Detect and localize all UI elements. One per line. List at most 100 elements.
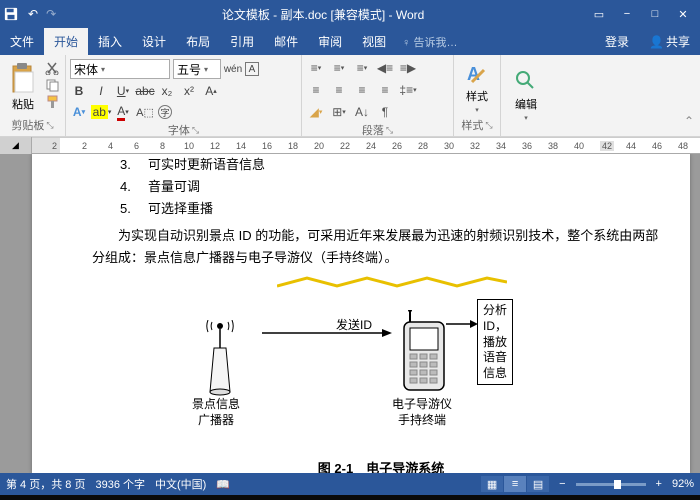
diagram: 景点信息广播器 发送ID 电子导游仪手持终端 分析ID，播放语音信息	[92, 275, 670, 440]
font-launcher-icon[interactable]: ⤡	[192, 125, 199, 136]
styles-btn-label: 样式	[466, 88, 488, 104]
indent-dec-icon[interactable]: ◀≡	[375, 59, 395, 77]
strike-button[interactable]: abc	[136, 82, 154, 100]
group-paragraph: ≡▾ ≡▾ ≡▾ ◀≡ ≡▶ ≡ ≡ ≡ ≡ ‡≡▾ ◢▾ ⊞▾ A↓ ¶ 段落…	[302, 55, 454, 136]
para-launcher-icon[interactable]: ⤡	[386, 125, 393, 136]
font-label: 字体	[168, 122, 190, 138]
enclose-char-icon[interactable]: 字	[158, 105, 172, 119]
align-center-icon[interactable]: ≡	[329, 81, 349, 99]
find-icon	[513, 68, 539, 94]
char-border-icon[interactable]: A	[245, 62, 259, 76]
view-web-icon[interactable]: ▤	[527, 476, 549, 492]
info-box: 分析ID，播放语音信息	[477, 299, 513, 385]
paste-button[interactable]: 粘贴	[4, 57, 42, 116]
tab-view[interactable]: 视图	[352, 28, 396, 55]
collapse-ribbon-icon[interactable]: ⌃	[680, 112, 698, 130]
zoom-slider[interactable]	[576, 483, 646, 486]
status-words[interactable]: 3936 个字	[95, 476, 145, 492]
login-button[interactable]: 登录	[595, 28, 639, 55]
antenna-icon	[200, 320, 240, 398]
styles-launcher-icon[interactable]: ⤡	[485, 120, 492, 131]
ruler-row: ◢ 2 246810121416182022242628303234363840…	[0, 137, 700, 154]
clipboard-label: 剪贴板	[11, 117, 44, 133]
list-num: 4.	[120, 176, 134, 198]
superscript-button[interactable]: x²	[180, 82, 198, 100]
tab-file[interactable]: 文件	[0, 28, 44, 55]
numbering-icon[interactable]: ≡▾	[329, 59, 349, 77]
sort-icon[interactable]: A↓	[352, 103, 372, 121]
format-painter-icon[interactable]	[45, 95, 61, 109]
styles-button[interactable]: A 样式 ▾	[458, 57, 496, 116]
underline-button[interactable]: U▾	[114, 82, 132, 100]
font-size-combo[interactable]: 五号▾	[173, 59, 221, 79]
list-num: 3.	[120, 154, 134, 176]
align-justify-icon[interactable]: ≡	[375, 81, 395, 99]
paste-label: 粘贴	[12, 96, 34, 112]
figure-caption: 图 2-1 电子导游系统	[92, 458, 670, 473]
statusbar: 第 4 页，共 8 页 3936 个字 中文(中国) 📖 ▦ ≡ ▤ − + 9…	[0, 473, 700, 495]
char-shading-icon[interactable]: A⬚	[136, 103, 154, 121]
ruler-corner: ◢	[0, 137, 32, 154]
tab-review[interactable]: 审阅	[308, 28, 352, 55]
vertical-ruler[interactable]	[0, 154, 32, 473]
clipboard-icon	[9, 62, 37, 94]
zoom-in-button[interactable]: +	[656, 478, 662, 490]
text-effects-icon[interactable]: A▾	[70, 103, 88, 121]
bold-button[interactable]: B	[70, 82, 88, 100]
tell-me[interactable]: ♀ 告诉我…	[396, 28, 463, 55]
align-right-icon[interactable]: ≡	[352, 81, 372, 99]
share-button[interactable]: 👤共享	[639, 28, 700, 55]
tab-layout[interactable]: 布局	[176, 28, 220, 55]
clipboard-launcher-icon[interactable]: ⤡	[46, 120, 53, 131]
phonetic-guide-icon[interactable]: wén	[224, 60, 242, 78]
cut-icon[interactable]	[45, 61, 61, 75]
align-left-icon[interactable]: ≡	[306, 81, 326, 99]
tab-design[interactable]: 设计	[132, 28, 176, 55]
list-item: 音量可调	[148, 176, 200, 198]
shading-icon[interactable]: ◢▾	[306, 103, 326, 121]
borders-icon[interactable]: ⊞▾	[329, 103, 349, 121]
group-editing: 编辑 ▾	[501, 55, 551, 136]
save-icon[interactable]	[4, 7, 18, 21]
arrow-info-icon	[446, 319, 478, 329]
paragraph-label: 段落	[362, 122, 384, 138]
tab-mailings[interactable]: 邮件	[264, 28, 308, 55]
close-icon[interactable]: ✕	[670, 4, 696, 24]
tab-references[interactable]: 引用	[220, 28, 264, 55]
horizontal-ruler[interactable]: 2 24681012141618202224262830323436384042…	[32, 137, 700, 154]
maximize-icon[interactable]: □	[642, 4, 668, 24]
page[interactable]: 3.可实时更新语音信息 4.音量可调 5.可选择重播 为实现自动识别景点 ID …	[32, 154, 690, 473]
zoom-out-button[interactable]: −	[559, 478, 565, 490]
tab-insert[interactable]: 插入	[88, 28, 132, 55]
status-proof-icon[interactable]: 📖	[216, 478, 230, 491]
indent-inc-icon[interactable]: ≡▶	[398, 59, 418, 77]
quick-undo-icon[interactable]: ↶	[28, 7, 38, 21]
line-spacing-icon[interactable]: ‡≡▾	[398, 81, 418, 99]
highlight-icon[interactable]: ab▾	[92, 103, 110, 121]
copy-icon[interactable]	[45, 78, 61, 92]
view-read-icon[interactable]: ▦	[481, 476, 503, 492]
zoom-value[interactable]: 92%	[672, 478, 694, 490]
subscript-button[interactable]: x₂	[158, 82, 176, 100]
italic-button[interactable]: I	[92, 82, 110, 100]
multilevel-icon[interactable]: ≡▾	[352, 59, 372, 77]
font-color-icon[interactable]: A▾	[114, 103, 132, 121]
group-styles: A 样式 ▾ 样式 ⤡	[454, 55, 501, 136]
ribbon-options-icon[interactable]: ▭	[586, 4, 612, 24]
list-item: 可选择重播	[148, 198, 213, 220]
show-marks-icon[interactable]: ¶	[375, 103, 395, 121]
antenna-label: 景点信息广播器	[192, 397, 240, 428]
ribbon: 粘贴 剪贴板⤡ 宋体▾ 五号▾ wén A B I U▾ abc x₂	[0, 55, 700, 137]
minimize-icon[interactable]: −	[614, 4, 640, 24]
bullets-icon[interactable]: ≡▾	[306, 59, 326, 77]
font-name-combo[interactable]: 宋体▾	[70, 59, 170, 79]
status-lang[interactable]: 中文(中国)	[155, 476, 206, 492]
lightning-icon	[277, 272, 507, 292]
view-print-icon[interactable]: ≡	[504, 476, 526, 492]
editing-button[interactable]: 编辑 ▾	[505, 57, 547, 132]
view-buttons: ▦ ≡ ▤	[481, 476, 549, 492]
quick-redo-icon[interactable]: ↷	[46, 7, 56, 21]
status-page[interactable]: 第 4 页，共 8 页	[6, 476, 85, 492]
tab-home[interactable]: 开始	[44, 28, 88, 55]
font-grow-icon[interactable]: A▴	[202, 82, 220, 100]
